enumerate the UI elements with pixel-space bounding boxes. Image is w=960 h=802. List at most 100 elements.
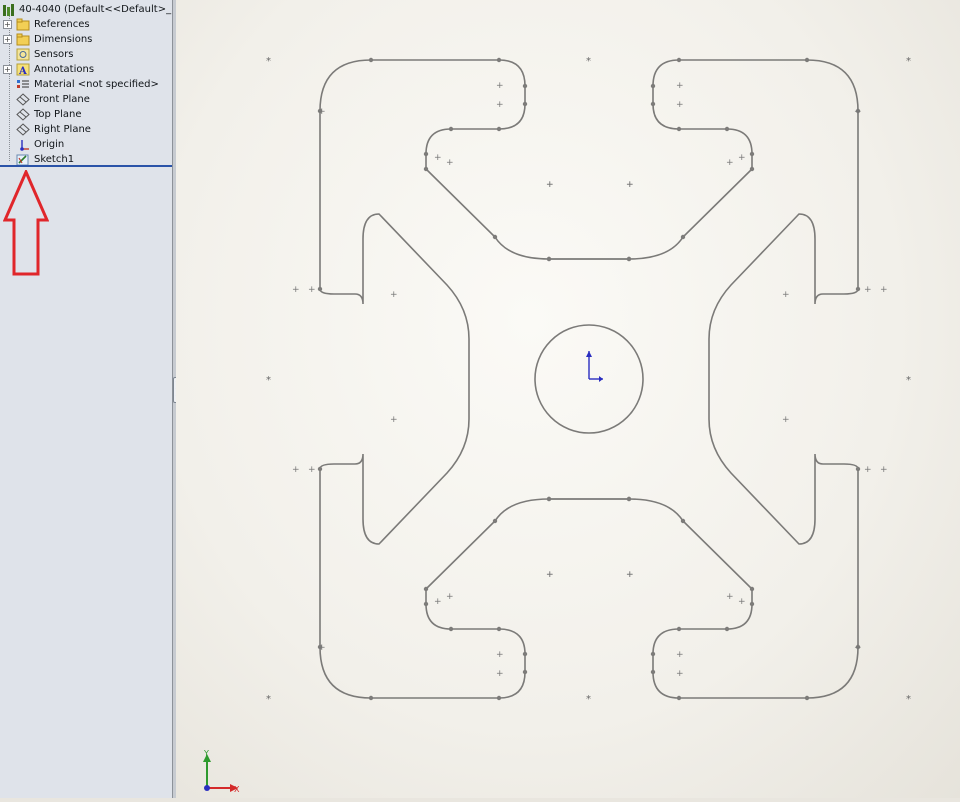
sketch-vertex-point[interactable]	[496, 126, 502, 132]
sketch-center-mark: +	[390, 415, 398, 425]
svg-text:A: A	[18, 66, 27, 76]
sketch-vertex-point[interactable]	[496, 626, 502, 632]
plane-icon	[16, 123, 30, 136]
sketch-vertex-point[interactable]	[676, 695, 682, 701]
sketch-vertex-point[interactable]	[423, 166, 429, 172]
sketch-vertex-point[interactable]	[368, 695, 374, 701]
sketch-center-mark: +	[292, 285, 300, 295]
sketch-vertex-point[interactable]	[317, 286, 323, 292]
sketch-vertex-point[interactable]	[855, 466, 861, 472]
sketch-vertex-point[interactable]	[522, 651, 528, 657]
tree-item-right-plane[interactable]: Right Plane	[0, 122, 172, 137]
sketch-vertex-point[interactable]	[626, 496, 632, 502]
sketch-center-mark: +	[434, 153, 442, 163]
sketch-point-marker[interactable]: *	[586, 56, 591, 67]
tree-item-dimensions[interactable]: + Dimensions	[0, 32, 172, 47]
plane-icon	[16, 93, 30, 106]
sketch-outline-segment[interactable]	[319, 59, 629, 289]
sketch-vertex-point[interactable]	[650, 101, 656, 107]
sketch-vertex-point[interactable]	[676, 57, 682, 63]
sketch-vertex-point[interactable]	[676, 626, 682, 632]
expand-icon[interactable]: +	[3, 65, 12, 74]
sketch-vertex-point[interactable]	[650, 669, 656, 675]
sketch-vertex-point[interactable]	[423, 151, 429, 157]
sketch-vertex-point[interactable]	[522, 83, 528, 89]
sketch-vertex-point[interactable]	[492, 518, 498, 524]
tree-item-label: Top Plane	[34, 109, 82, 120]
sketch-vertex-point[interactable]	[448, 126, 454, 132]
sketch-vertex-point[interactable]	[680, 234, 686, 240]
sketch-vertex-point[interactable]	[492, 234, 498, 240]
tree-item-label: Annotations	[34, 64, 95, 75]
sketch-vertex-point[interactable]	[448, 626, 454, 632]
sketch-vertex-point[interactable]	[855, 286, 861, 292]
sketch-vertex-point[interactable]	[676, 126, 682, 132]
sketch-point-marker[interactable]: *	[906, 694, 911, 705]
sketch-vertex-point[interactable]	[749, 166, 755, 172]
sketch-vertex-point[interactable]	[317, 466, 323, 472]
sketch-center-mark: +	[446, 592, 454, 602]
sketch-center-mark: +	[738, 153, 746, 163]
tree-item-label: Sensors	[34, 49, 74, 60]
sketch-center-mark: +	[626, 570, 634, 580]
sketch-outline-segment[interactable]	[319, 469, 629, 699]
tree-item-label: Right Plane	[34, 124, 91, 135]
sketch-outline-segment[interactable]	[549, 59, 859, 289]
annotation-icon: A	[16, 63, 30, 76]
sketch-center-mark: +	[390, 290, 398, 300]
sketch-center-mark: +	[434, 597, 442, 607]
sketch-vertex-point[interactable]	[724, 126, 730, 132]
sketch-center-mark: +	[854, 107, 862, 117]
sketch-point-marker[interactable]: *	[266, 694, 271, 705]
sketch-profile[interactable]: * * * * * * * * + + + + + + + + + + + + + + + + + + + + + + + + + + + + + + + +…	[176, 0, 960, 798]
expand-icon[interactable]: +	[3, 20, 12, 29]
sketch-vertex-point[interactable]	[546, 496, 552, 502]
tree-item-sensors[interactable]: Sensors	[0, 47, 172, 62]
tree-item-label: Front Plane	[34, 94, 90, 105]
sketch-vertex-point[interactable]	[650, 83, 656, 89]
plane-icon	[16, 108, 30, 121]
sketch-point-marker[interactable]: *	[266, 56, 271, 67]
sketch-vertex-point[interactable]	[522, 101, 528, 107]
sketch-vertex-point[interactable]	[368, 57, 374, 63]
sketch-vertex-point[interactable]	[724, 626, 730, 632]
sketch-vertex-point[interactable]	[496, 695, 502, 701]
sketch-outline-segment[interactable]	[549, 469, 859, 699]
sketch-point-marker[interactable]: *	[266, 375, 271, 386]
sketch-vertex-point[interactable]	[423, 601, 429, 607]
sketch-vertex-point[interactable]	[423, 586, 429, 592]
sketch-vertex-point[interactable]	[626, 256, 632, 262]
sketch-point-marker[interactable]: *	[906, 375, 911, 386]
rollback-bar[interactable]	[0, 165, 172, 167]
tree-item-references[interactable]: + References	[0, 17, 172, 32]
sketch-origin-icon[interactable]	[586, 351, 603, 382]
sketch-vertex-point[interactable]	[749, 586, 755, 592]
graphics-area[interactable]: * * * * * * * * + + + + + + + + + + + + + + + + + + + + + + + + + + + + + + + +…	[176, 0, 960, 798]
sketch-center-mark: +	[308, 465, 316, 475]
tree-item-front-plane[interactable]: Front Plane	[0, 92, 172, 107]
sketch-vertex-point[interactable]	[749, 151, 755, 157]
sketch-center-mark: +	[880, 285, 888, 295]
tree-item-label: Dimensions	[34, 34, 93, 45]
tree-item-origin[interactable]: Origin	[0, 137, 172, 152]
sketch-side-slot[interactable]	[319, 213, 470, 545]
tree-root-item[interactable]: 40-4040 (Default<<Default>_Displa	[0, 2, 172, 17]
sketch-vertex-point[interactable]	[496, 57, 502, 63]
tree-item-top-plane[interactable]: Top Plane	[0, 107, 172, 122]
sketch-vertex-point[interactable]	[749, 601, 755, 607]
sketch-point-marker[interactable]: *	[906, 56, 911, 67]
sketch-vertex-point[interactable]	[680, 518, 686, 524]
sketch-center-mark: +	[446, 158, 454, 168]
sketch-side-slot[interactable]	[708, 213, 859, 545]
sketch-vertex-point[interactable]	[546, 256, 552, 262]
tree-item-annotations[interactable]: + A Annotations	[0, 62, 172, 77]
sketch-point-marker[interactable]: *	[586, 694, 591, 705]
expand-icon[interactable]: +	[3, 35, 12, 44]
sketch-vertex-point[interactable]	[804, 57, 810, 63]
tree-item-material-not-specified[interactable]: Material <not specified>	[0, 77, 172, 92]
sketch-vertex-point[interactable]	[804, 695, 810, 701]
tree-root-label: 40-4040 (Default<<Default>_Displa	[19, 4, 172, 15]
sketch-vertex-point[interactable]	[522, 669, 528, 675]
sketch-vertex-point[interactable]	[650, 651, 656, 657]
sketch-center-mark: +	[496, 650, 504, 660]
